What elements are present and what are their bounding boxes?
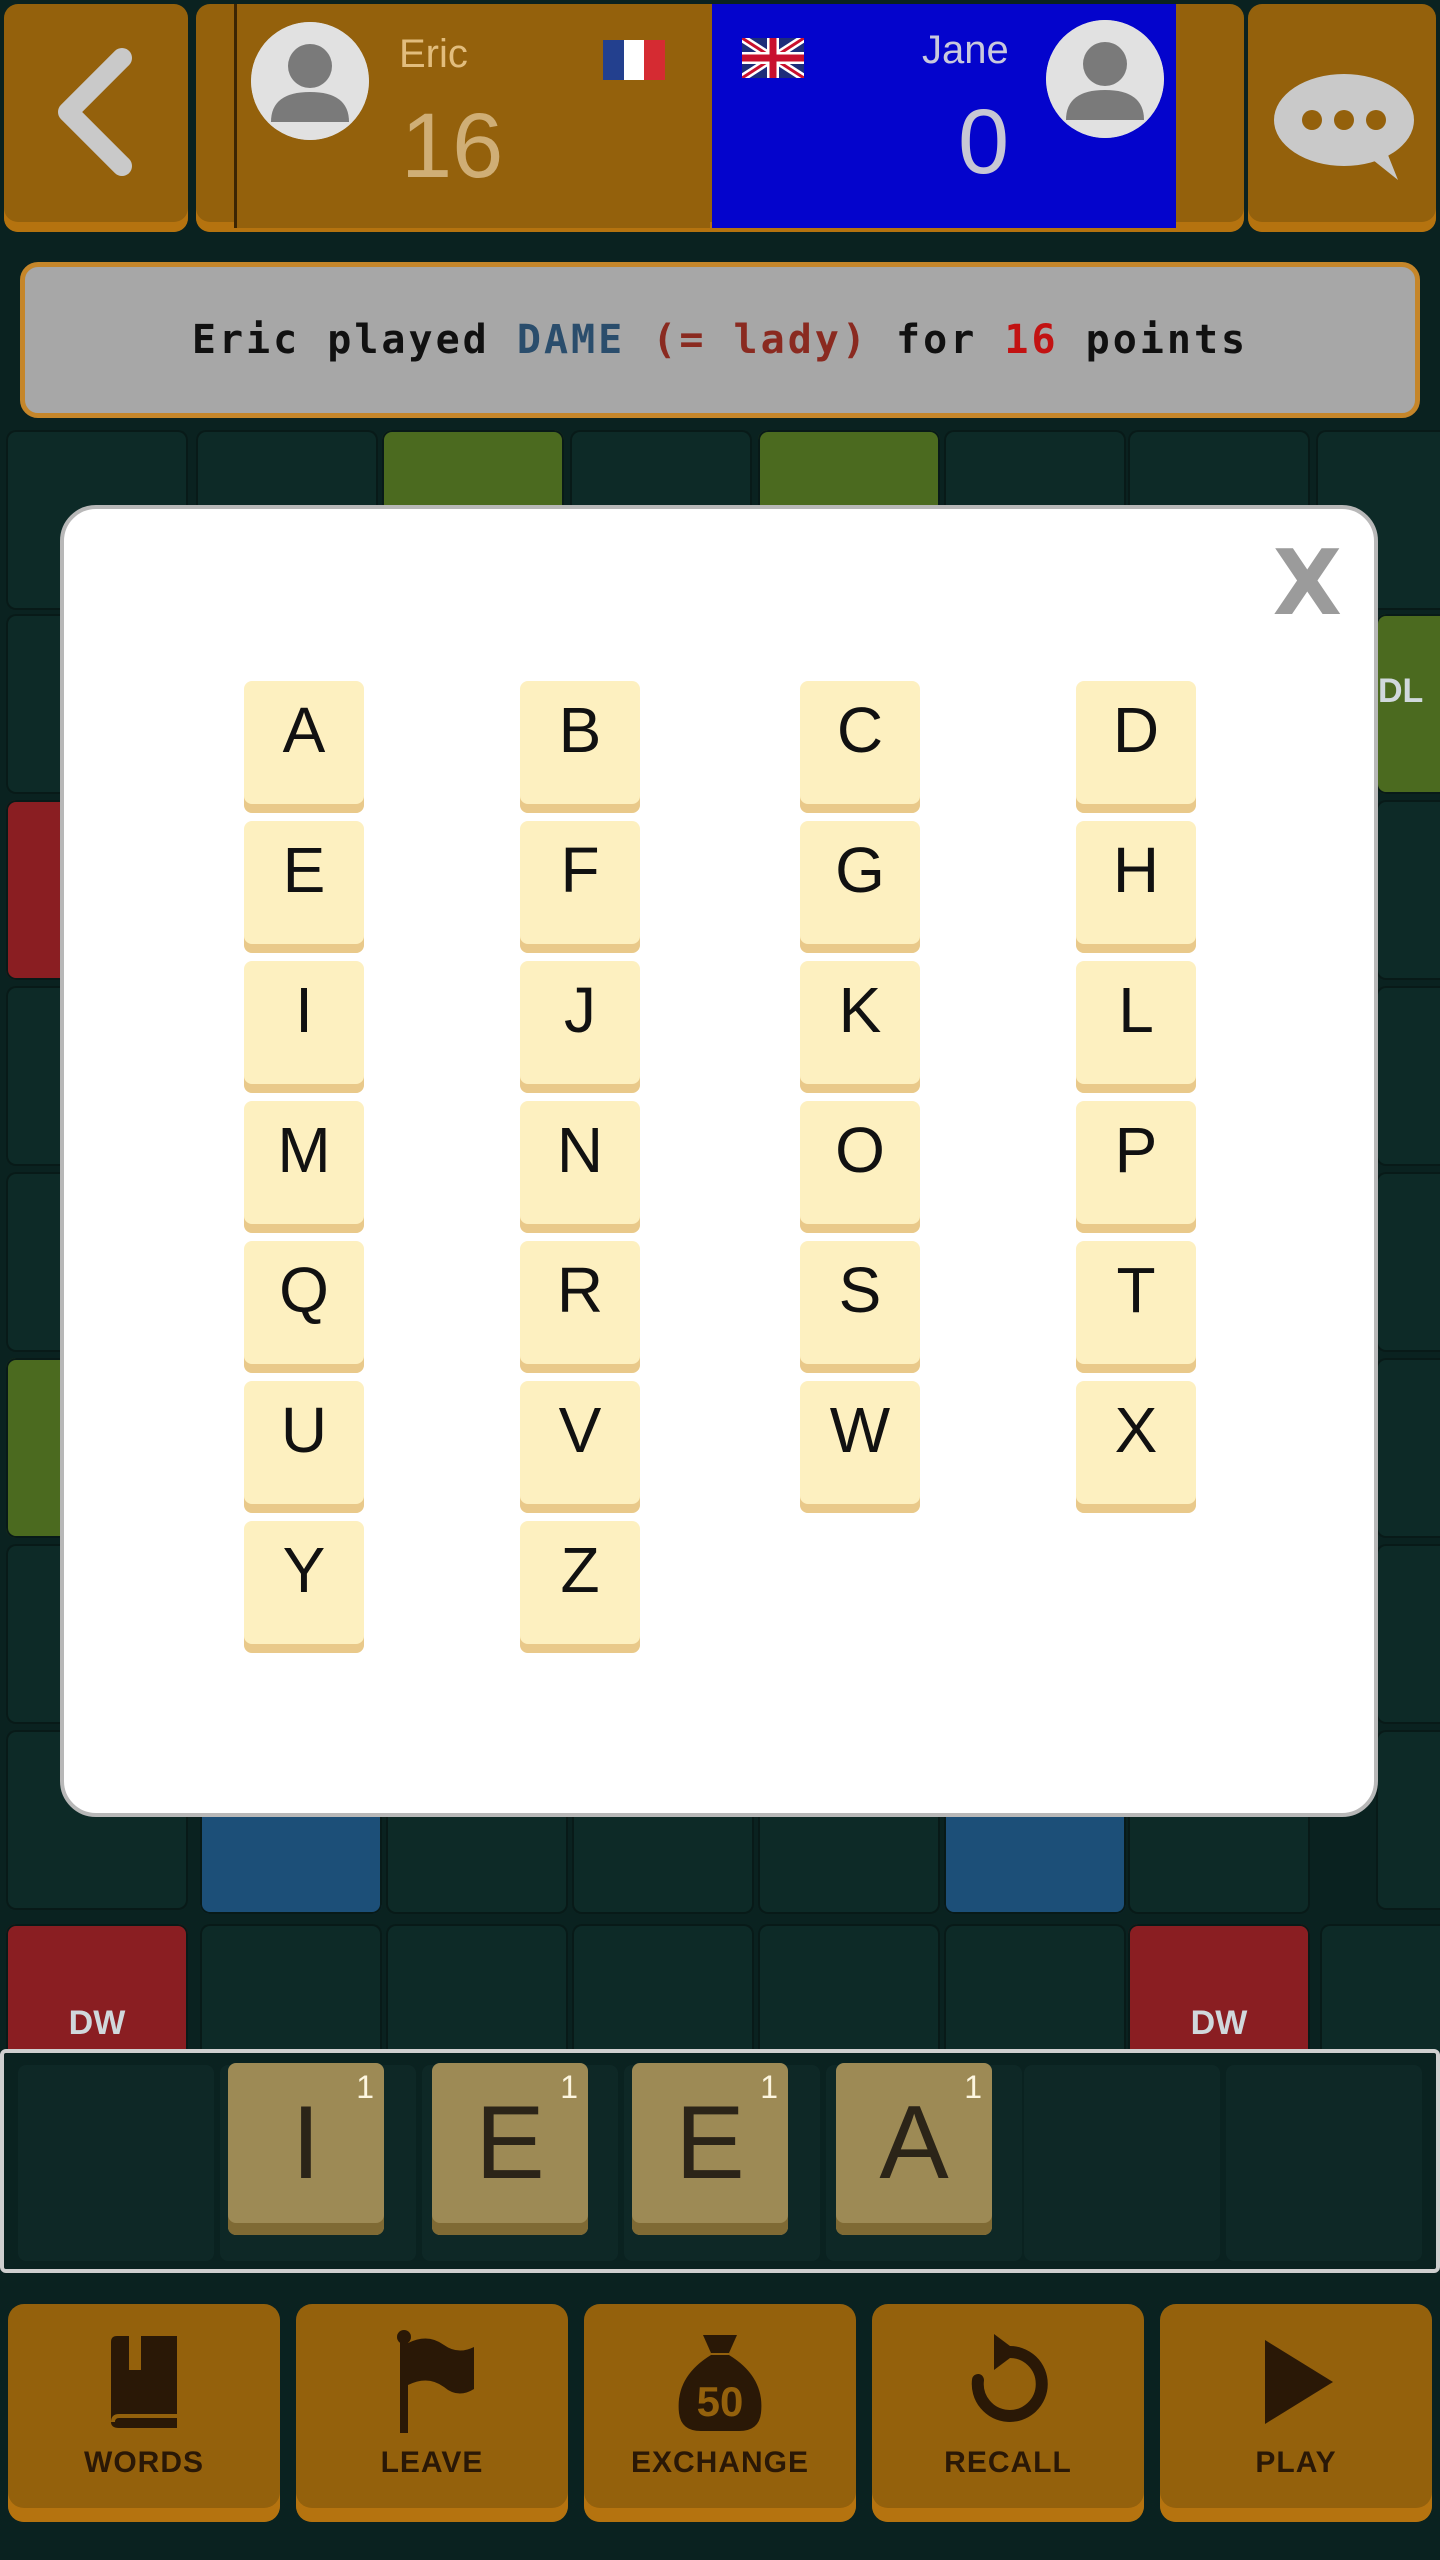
letter-option-e[interactable]: E <box>244 821 364 953</box>
undo-arrow-icon <box>971 2334 1048 2422</box>
move-prefix: Eric played <box>191 317 490 363</box>
letter-option-z[interactable]: Z <box>520 1521 640 1653</box>
letter-option-x[interactable]: X <box>1076 1381 1196 1513</box>
move-suffix: points <box>1085 317 1249 363</box>
rack-tile[interactable]: E 1 <box>632 2063 788 2235</box>
recall-button[interactable]: RECALL <box>872 2304 1144 2522</box>
board-cell-dl[interactable]: DL <box>1376 614 1440 794</box>
letter-option-q[interactable]: Q <box>244 1241 364 1373</box>
rack-tile[interactable]: I 1 <box>228 2063 384 2235</box>
uk-flag-icon <box>742 38 804 78</box>
words-button[interactable]: WORDS <box>8 2304 280 2522</box>
letter-option-k[interactable]: K <box>800 961 920 1093</box>
letter-option-u[interactable]: U <box>244 1381 364 1513</box>
board-cell[interactable] <box>572 1924 754 2052</box>
board-cell[interactable] <box>1376 1544 1440 1724</box>
letter-option-s[interactable]: S <box>800 1241 920 1373</box>
letter-option-c[interactable]: C <box>800 681 920 813</box>
letter-option-l[interactable]: L <box>1076 961 1196 1093</box>
move-definition: (= lady) <box>652 317 869 363</box>
chat-button[interactable] <box>1248 4 1436 232</box>
avatar <box>251 22 369 140</box>
letter-option-o[interactable]: O <box>800 1101 920 1233</box>
rack-tile[interactable]: E 1 <box>432 2063 588 2235</box>
board-cell[interactable] <box>944 1924 1126 2052</box>
chevron-left-icon <box>58 48 132 176</box>
move-points: 16 <box>1004 317 1059 363</box>
play-icon <box>1265 2340 1333 2424</box>
last-move-banner: Eric played DAME (= lady) for 16 points <box>20 262 1420 418</box>
player-card-eric: Eric 16 <box>234 4 710 228</box>
letter-option-t[interactable]: T <box>1076 1241 1196 1373</box>
player-score: 16 <box>401 95 504 197</box>
tile-points: 1 <box>560 2069 578 2105</box>
exchange-button[interactable]: 50 EXCHANGE <box>584 2304 856 2522</box>
letter-option-j[interactable]: J <box>520 961 640 1093</box>
letter-option-m[interactable]: M <box>244 1101 364 1233</box>
board-cell[interactable] <box>1376 986 1440 1166</box>
play-button[interactable]: PLAY <box>1160 2304 1432 2522</box>
board-cell[interactable] <box>200 1924 382 2052</box>
letter-option-n[interactable]: N <box>520 1101 640 1233</box>
rack-slot[interactable] <box>18 2065 214 2261</box>
letter-option-w[interactable]: W <box>800 1381 920 1513</box>
move-for: for <box>896 317 978 363</box>
tile-letter: E <box>475 2085 545 2201</box>
back-button[interactable] <box>4 4 188 232</box>
player-name: Eric <box>399 32 468 76</box>
tile-points: 1 <box>760 2069 778 2105</box>
france-flag-icon <box>603 40 665 80</box>
letter-option-y[interactable]: Y <box>244 1521 364 1653</box>
leave-button[interactable]: LEAVE <box>296 2304 568 2522</box>
player-card-jane: Jane 0 <box>712 4 1176 228</box>
board-cell-dw[interactable]: DW <box>6 1924 188 2052</box>
avatar <box>1046 20 1164 138</box>
letter-option-a[interactable]: A <box>244 681 364 813</box>
letter-option-v[interactable]: V <box>520 1381 640 1513</box>
recall-label: RECALL <box>944 2446 1072 2479</box>
rack-slot[interactable] <box>1024 2065 1220 2261</box>
words-label: WORDS <box>84 2446 204 2479</box>
board-cell[interactable] <box>1320 1924 1440 2052</box>
cell-label: DL <box>1378 672 1424 710</box>
letter-option-h[interactable]: H <box>1076 821 1196 953</box>
tile-letter: A <box>879 2085 949 2201</box>
user-icon <box>251 22 369 140</box>
letter-option-g[interactable]: G <box>800 821 920 953</box>
close-button[interactable]: X <box>1273 539 1342 629</box>
tile-letter: I <box>291 2085 321 2201</box>
letter-option-f[interactable]: F <box>520 821 640 953</box>
board-cell[interactable] <box>1376 800 1440 980</box>
board-cell[interactable] <box>1376 1358 1440 1538</box>
board-cell[interactable] <box>1376 1730 1440 1910</box>
letter-option-r[interactable]: R <box>520 1241 640 1373</box>
letter-option-p[interactable]: P <box>1076 1101 1196 1233</box>
rack-slot[interactable] <box>1226 2065 1422 2261</box>
exchange-label: EXCHANGE <box>630 2446 810 2479</box>
tile-points: 1 <box>356 2069 374 2105</box>
play-label: PLAY <box>1255 2446 1337 2479</box>
player-score: 0 <box>958 91 1010 193</box>
tile-letter: E <box>675 2085 745 2201</box>
player-name: Jane <box>922 28 1009 72</box>
board-cell[interactable] <box>386 1924 568 2052</box>
letter-option-d[interactable]: D <box>1076 681 1196 813</box>
flag-icon <box>397 2330 474 2433</box>
book-icon <box>111 2336 177 2428</box>
letter-option-i[interactable]: I <box>244 961 364 1093</box>
letter-picker-dialog: X A B C D E F G H I J K L M N O P Q R S T U V W X Y Z <box>60 505 1378 1817</box>
leave-label: LEAVE <box>380 2446 484 2479</box>
cell-label: DW <box>1190 2004 1248 2042</box>
move-word: DAME <box>516 317 626 363</box>
board-cell[interactable] <box>1376 1172 1440 1352</box>
rack-tile[interactable]: A 1 <box>836 2063 992 2235</box>
board-cell-dw[interactable]: DW <box>1128 1924 1310 2052</box>
letter-option-b[interactable]: B <box>520 681 640 813</box>
user-icon <box>1046 20 1164 138</box>
cell-label: DW <box>68 2004 126 2042</box>
bag-count: 50 <box>696 2378 744 2425</box>
tile-points: 1 <box>964 2069 982 2105</box>
chat-bubble-icon <box>1274 74 1414 180</box>
board-cell[interactable] <box>758 1924 940 2052</box>
